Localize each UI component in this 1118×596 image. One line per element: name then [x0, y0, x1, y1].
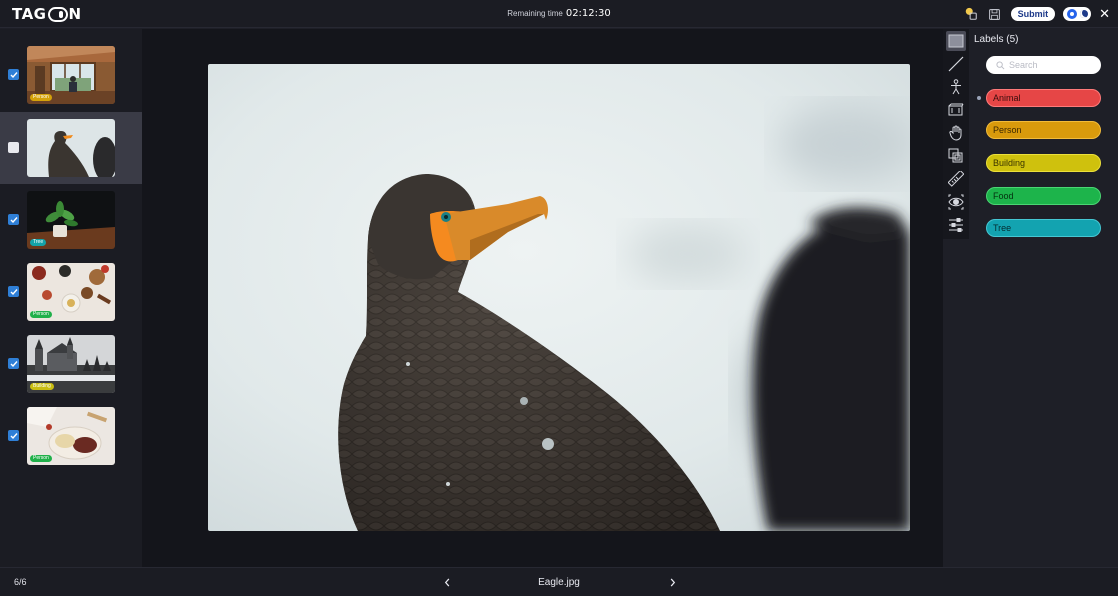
- image-checkbox[interactable]: [8, 69, 19, 80]
- image-checkbox[interactable]: [8, 142, 19, 153]
- tool-palette: [943, 29, 969, 239]
- labels-title: Labels (5): [974, 34, 1019, 45]
- cuboid-tool-icon[interactable]: [946, 100, 966, 120]
- rectangle-tool-icon[interactable]: [946, 31, 966, 51]
- active-label-indicator: [977, 96, 981, 100]
- sliders-settings-icon[interactable]: [946, 215, 966, 235]
- save-icon[interactable]: [987, 6, 1003, 22]
- image-counter: 6/6: [14, 577, 27, 587]
- next-image-chevron-right-icon[interactable]: [665, 575, 679, 589]
- label-building[interactable]: Building: [986, 154, 1101, 172]
- search-icon: [996, 60, 1005, 69]
- copy-layers-icon[interactable]: [946, 146, 966, 166]
- ruler-icon[interactable]: [946, 169, 966, 189]
- image-list-item[interactable]: Person: [0, 39, 142, 111]
- image-list-item[interactable]: Person: [0, 400, 142, 472]
- sun-icon: [1066, 9, 1077, 19]
- timer-label: Remaining time: [507, 9, 563, 18]
- image-list-item[interactable]: Person: [0, 256, 142, 328]
- image-checkbox[interactable]: [8, 214, 19, 225]
- image-checkbox[interactable]: [8, 286, 19, 297]
- thumbnail-food-table: Person: [27, 263, 115, 321]
- close-icon[interactable]: ✕: [1099, 7, 1110, 21]
- hint-bulb-icon[interactable]: [963, 6, 979, 22]
- image-list-item-selected[interactable]: [0, 112, 142, 184]
- label-search-input[interactable]: [1009, 60, 1099, 70]
- thumbnail-tag: Tree: [30, 239, 47, 246]
- thumbnail-cabin: Person: [27, 46, 115, 104]
- timer-value: 02:12:30: [565, 8, 611, 19]
- thumbnail-tag: Person: [30, 94, 52, 101]
- thumbnail-tag: Person: [30, 311, 52, 318]
- label-person[interactable]: Person: [986, 121, 1101, 139]
- image-list-item[interactable]: Tree: [0, 184, 142, 256]
- hand-pan-icon[interactable]: [946, 123, 966, 143]
- label-animal[interactable]: Animal: [986, 89, 1101, 107]
- label-food[interactable]: Food: [986, 187, 1101, 205]
- label-tree[interactable]: Tree: [986, 219, 1101, 237]
- image-checkbox[interactable]: [8, 358, 19, 369]
- thumbnail-tag: Person: [30, 455, 52, 462]
- top-bar-actions: Submit ✕: [963, 6, 1110, 22]
- image-checkbox[interactable]: [8, 430, 19, 441]
- thumbnail-cormorant: [27, 119, 115, 177]
- image-list-sidebar: Person Tree Person Building Person: [0, 29, 142, 567]
- theme-toggle[interactable]: [1063, 7, 1092, 21]
- thumbnail-food-bowl: Person: [27, 407, 115, 465]
- top-bar: TAG N Remaining time 02:12:30 Submit ✕: [0, 0, 1118, 28]
- previous-image-chevron-left-icon[interactable]: [440, 575, 454, 589]
- main-image-cormorant[interactable]: [208, 64, 910, 531]
- skeleton-tool-icon[interactable]: [946, 77, 966, 97]
- image-list-item[interactable]: Building: [0, 328, 142, 400]
- remaining-time: Remaining time 02:12:30: [0, 8, 1118, 19]
- annotation-canvas[interactable]: [142, 29, 943, 567]
- current-filename: Eagle.jpg: [538, 577, 580, 588]
- label-search[interactable]: [986, 56, 1101, 74]
- moon-icon: [1079, 10, 1088, 18]
- thumbnail-castle: Building: [27, 335, 115, 393]
- submit-button[interactable]: Submit: [1010, 7, 1056, 21]
- bottom-bar: 6/6 Eagle.jpg: [0, 567, 1118, 596]
- thumbnail-tag: Building: [30, 383, 54, 390]
- line-tool-icon[interactable]: [946, 54, 966, 74]
- labels-panel: Labels (5) Animal Person Building Food T…: [969, 29, 1118, 567]
- thumbnail-plant: Tree: [27, 191, 115, 249]
- eye-visibility-icon[interactable]: [946, 192, 966, 212]
- annotation-app: TAG N Remaining time 02:12:30 Submit ✕ P…: [0, 0, 1118, 596]
